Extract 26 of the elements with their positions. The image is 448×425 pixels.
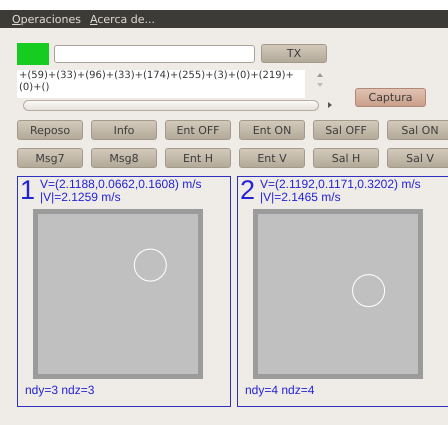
command-button[interactable]: Ent OFF: [165, 120, 231, 140]
tx-button[interactable]: TX: [261, 44, 327, 63]
command-field[interactable]: [54, 44, 255, 62]
command-button[interactable]: Ent ON: [239, 120, 305, 140]
menu-item[interactable]: Operaciones: [12, 12, 81, 26]
speed-text: |V|=2.1465 m/s: [260, 191, 341, 204]
command-button[interactable]: Sal ON: [387, 120, 448, 140]
command-button[interactable]: Sal H: [313, 148, 379, 168]
log-text: +(59)+(33)+(96)+(33)+(174)+(255)+(3)+(0)+(219)+(0)+(): [17, 70, 305, 98]
menu-item[interactable]: Acerca de...: [90, 12, 155, 26]
sensor-number: 1: [19, 177, 36, 204]
command-button[interactable]: Ent H: [165, 148, 231, 168]
velocity-text: V=(2.1192,0.1171,0.3202) m/s: [260, 178, 421, 191]
velocity-text: V=(2.1188,0.0662,0.1608) m/s: [40, 178, 202, 191]
command-button[interactable]: Msg7: [17, 148, 83, 168]
sensor-number: 2: [239, 177, 256, 204]
command-button[interactable]: Reposo: [17, 120, 83, 140]
command-button[interactable]: Ent V: [239, 148, 305, 168]
sensor-footer-text: ndy=4 ndz=4: [244, 382, 316, 397]
sensor-footer-text: ndy=3 ndz=3: [24, 382, 96, 397]
speed-text: |V|=2.1259 m/s: [40, 191, 121, 204]
command-button[interactable]: Info: [91, 120, 157, 140]
capture-button[interactable]: Captura: [355, 88, 426, 107]
command-button[interactable]: Msg8: [91, 148, 157, 168]
command-button[interactable]: Sal V: [387, 148, 448, 168]
command-button[interactable]: Sal OFF: [313, 120, 379, 140]
